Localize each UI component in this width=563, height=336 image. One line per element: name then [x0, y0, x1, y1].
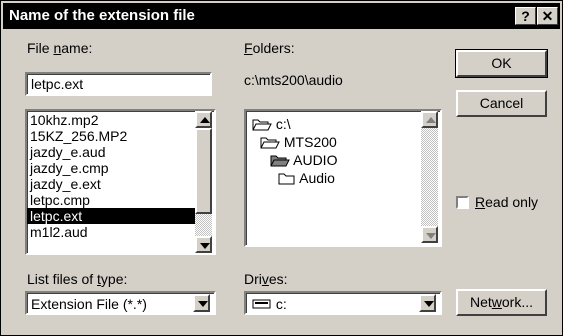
file-list-scrollbar[interactable] [195, 111, 212, 253]
closed-folder-icon [278, 173, 295, 185]
close-button[interactable]: ✕ [537, 7, 558, 25]
open-folder-icon [252, 119, 272, 131]
extension-file-dialog: Name of the extension file ? ✕ File name… [0, 0, 563, 336]
folder-item-c[interactable]: c:\ [252, 115, 291, 133]
scroll-up-button[interactable] [195, 111, 212, 128]
chevron-down-icon [424, 301, 434, 307]
file-name-input[interactable]: letpc.ext [25, 72, 212, 96]
up-arrow-icon [200, 117, 210, 123]
dialog-title: Name of the extension file [9, 7, 195, 24]
cancel-button[interactable]: Cancel [456, 90, 547, 117]
folder-item-label: MTS200 [283, 134, 337, 150]
file-list-item[interactable]: jazdy_e.aud [27, 144, 195, 160]
drive-icon [252, 299, 271, 309]
network-button[interactable]: Network... [456, 289, 547, 316]
current-folder-path: c:\mts200\audio [244, 72, 343, 88]
folder-item-label: AUDIO [293, 152, 338, 168]
file-list-item[interactable]: m1l2.aud [27, 224, 195, 240]
title-bar[interactable]: Name of the extension file ? ✕ [3, 3, 560, 29]
file-name-value: letpc.ext [31, 76, 84, 92]
up-arrow-icon [426, 117, 436, 123]
file-type-value: Extension File (*.*) [31, 296, 147, 312]
file-list-item[interactable]: jazdy_e.ext [27, 176, 195, 192]
read-only-label[interactable]: Read only [475, 194, 538, 210]
folder-scroll-up-button[interactable] [421, 111, 438, 128]
scroll-down-button[interactable] [195, 236, 212, 253]
drive-display: c: [252, 296, 287, 312]
open-folder-selected-icon [270, 155, 290, 167]
folder-tree[interactable]: c:\ MTS200 AUDIO Audio [244, 109, 442, 247]
read-only-checkbox[interactable] [456, 196, 469, 209]
file-list-item[interactable]: 15KZ_256.MP2 [27, 128, 195, 144]
help-button[interactable]: ? [515, 7, 536, 25]
scroll-thumb[interactable] [195, 128, 212, 214]
folder-item-audio-sub[interactable]: Audio [278, 169, 335, 187]
drives-label: Drives: [244, 271, 288, 287]
folder-item-label: c:\ [275, 116, 291, 132]
folder-item-audio-current[interactable]: AUDIO [270, 151, 337, 169]
drives-dropdown-button[interactable] [419, 294, 436, 312]
open-folder-icon [260, 137, 280, 149]
ok-button[interactable]: OK [455, 49, 548, 78]
drives-select[interactable]: c: [244, 291, 442, 315]
file-list-item[interactable]: 10khz.mp2 [27, 112, 195, 128]
file-list[interactable]: 10khz.mp2 15KZ_256.MP2 jazdy_e.aud jazdy_e.… [25, 109, 216, 255]
folder-tree-scrollbar[interactable] [421, 111, 438, 243]
folder-scroll-down-button[interactable] [421, 226, 438, 243]
folders-label: Folders: [244, 40, 295, 56]
drive-value: c: [275, 296, 287, 312]
file-list-item[interactable]: letpc.ext [27, 208, 195, 224]
file-type-dropdown-button[interactable] [193, 294, 210, 312]
file-list-items: 10khz.mp2 15KZ_256.MP2 jazdy_e.aud jazdy_e.… [27, 112, 195, 252]
file-type-label: List files of type: [27, 271, 128, 287]
file-list-item[interactable]: letpc.cmp [27, 192, 195, 208]
chevron-down-icon [198, 301, 208, 307]
down-arrow-icon [426, 233, 436, 239]
down-arrow-icon [200, 243, 210, 249]
folder-item-label: Audio [299, 170, 335, 186]
file-list-item[interactable]: jazdy_e.cmp [27, 160, 195, 176]
folder-item-mts200[interactable]: MTS200 [260, 133, 337, 151]
file-name-label: File name: [27, 40, 93, 56]
file-type-select[interactable]: Extension File (*.*) [25, 291, 216, 315]
